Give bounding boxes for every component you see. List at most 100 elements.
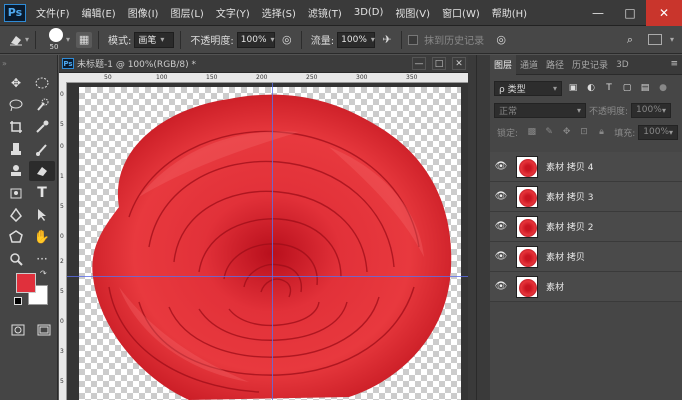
quick-mask-icon[interactable]	[10, 323, 26, 337]
mode-select[interactable]: 画笔	[134, 31, 175, 48]
vertical-guide[interactable]	[272, 83, 273, 400]
airbrush-icon[interactable]: ✈	[379, 32, 395, 48]
menu-file[interactable]: 文件(F)	[36, 5, 70, 20]
menu-image[interactable]: 图像(I)	[128, 5, 159, 20]
menu-layer[interactable]: 图层(L)	[170, 5, 203, 20]
pressure-size-icon[interactable]: ◎	[493, 32, 509, 48]
layer-row[interactable]: 👁︎ 素材	[490, 272, 682, 302]
more-tools-icon[interactable]: ···	[29, 249, 55, 269]
lock-row: 锁定: ▩ ✎ ✥ ⊡ 🔒︎ 填充: 100%	[490, 121, 682, 143]
pressure-opacity-icon[interactable]: ◎	[279, 32, 295, 48]
menu-window[interactable]: 窗口(W)	[442, 5, 480, 20]
workspace-icon[interactable]	[648, 34, 662, 45]
transparent-canvas[interactable]	[79, 87, 461, 400]
panel-menu-icon[interactable]: ≡	[670, 59, 678, 69]
collapsed-panel-strip[interactable]	[476, 55, 490, 400]
doc-minimize-button[interactable]: —	[412, 57, 426, 70]
opacity-input[interactable]: 100%	[236, 31, 275, 48]
minimize-button[interactable]: —	[582, 0, 614, 26]
filter-pixel-icon[interactable]: ▣	[566, 81, 580, 95]
tab-paths[interactable]: 路径	[542, 55, 568, 75]
tab-channels[interactable]: 通道	[516, 55, 542, 75]
move-tool-icon[interactable]: ✥	[3, 73, 29, 93]
tab-layers[interactable]: 图层	[490, 54, 517, 75]
zoom-tool-icon[interactable]	[3, 249, 29, 269]
dropdown-arrow-icon[interactable]: ▾	[66, 35, 70, 44]
lock-artboard-icon[interactable]: ⊡	[577, 125, 590, 139]
filter-adjustment-icon[interactable]: ◐	[584, 81, 598, 95]
pen-tool-icon[interactable]	[3, 205, 29, 225]
vertical-scrollbar[interactable]	[468, 55, 476, 400]
eyedropper-tool-icon[interactable]	[29, 117, 55, 137]
layer-list: 👁︎ 素材 拷贝 4 👁︎ 素材 拷贝 3 👁︎ 素材 拷贝 2 👁︎ 素材 拷贝 👁︎ 素材	[490, 152, 682, 302]
doc-close-button[interactable]: ✕	[452, 57, 466, 70]
collapse-arrows-icon[interactable]: »	[2, 59, 7, 68]
dropdown-arrow-icon[interactable]: ▾	[670, 35, 674, 44]
fill-input[interactable]: 100%	[638, 124, 679, 140]
menu-help[interactable]: 帮助(H)	[492, 5, 527, 20]
ruler-tick-label: 50	[104, 74, 112, 81]
filter-shape-icon[interactable]: ▢	[620, 81, 634, 95]
maximize-button[interactable]: □	[614, 0, 646, 26]
close-button[interactable]: ✕	[646, 0, 682, 26]
lock-image-icon[interactable]: ✎	[542, 125, 555, 139]
document-canvas-area[interactable]	[67, 83, 468, 400]
lasso-tool-icon[interactable]	[3, 95, 29, 115]
shape-tool-icon[interactable]	[3, 227, 29, 247]
marquee-tool-icon[interactable]	[29, 73, 55, 93]
visibility-eye-icon[interactable]: 👁︎	[490, 281, 512, 292]
document-tab[interactable]: Ps 未标题-1 @ 100%(RGB/8) * — □ ✕	[59, 55, 468, 73]
foreground-color-swatch[interactable]	[16, 273, 36, 293]
brush-tool-icon[interactable]	[29, 139, 55, 159]
visibility-eye-icon[interactable]: 👁︎	[490, 191, 512, 202]
doc-maximize-button[interactable]: □	[432, 57, 446, 70]
vertical-ruler[interactable]: 0 5 0 1 5 0 2 5 0 3 5	[59, 83, 67, 400]
flow-input[interactable]: 100%	[337, 31, 376, 48]
search-icon[interactable]: ⌕	[622, 32, 638, 48]
visibility-eye-icon[interactable]: 👁︎	[490, 251, 512, 262]
path-selection-tool-icon[interactable]	[29, 205, 55, 225]
menu-3d[interactable]: 3D(D)	[354, 7, 384, 18]
healing-brush-tool-icon[interactable]	[3, 139, 29, 159]
blend-mode-select[interactable]: 正常	[494, 102, 586, 118]
layer-row[interactable]: 👁︎ 素材 拷贝 2	[490, 212, 682, 242]
clone-stamp-tool-icon[interactable]	[3, 161, 29, 181]
layer-kind-filter[interactable]: ρ 类型	[494, 80, 562, 96]
eraser-tool-icon[interactable]	[29, 161, 55, 181]
menu-filter[interactable]: 滤镜(T)	[308, 5, 342, 20]
brush-panel-icon[interactable]: ▦	[76, 31, 93, 48]
history-brush-tool-icon[interactable]	[3, 183, 29, 203]
eraser-tool-preset-icon[interactable]	[8, 32, 24, 48]
default-colors-icon[interactable]	[14, 297, 22, 305]
horizontal-ruler[interactable]: 50 100 150 200 250 300 350	[66, 73, 468, 83]
type-tool-icon[interactable]: T	[29, 183, 55, 203]
menu-select[interactable]: 选择(S)	[262, 5, 296, 20]
filter-smart-object-icon[interactable]: ▤	[638, 81, 652, 95]
hand-tool-icon[interactable]: ✋	[29, 227, 55, 247]
horizontal-guide[interactable]	[67, 276, 468, 277]
layer-row[interactable]: 👁︎ 素材 拷贝 3	[490, 182, 682, 212]
visibility-eye-icon[interactable]: 👁︎	[490, 161, 512, 172]
dropdown-arrow-icon[interactable]: ▾	[25, 35, 29, 44]
tab-3d[interactable]: 3D	[612, 55, 633, 75]
layer-row[interactable]: 👁︎ 素材 拷贝 4	[490, 152, 682, 182]
screen-mode-icon[interactable]	[36, 323, 52, 337]
layer-opacity-input[interactable]: 100%	[631, 102, 672, 118]
menu-edit[interactable]: 编辑(E)	[82, 5, 116, 20]
brush-picker[interactable]: 50	[42, 27, 66, 52]
filter-type-icon[interactable]: T	[602, 81, 616, 95]
menu-type[interactable]: 文字(Y)	[216, 5, 250, 20]
lock-position-icon[interactable]: ✥	[560, 125, 573, 139]
lock-transparent-icon[interactable]: ▩	[525, 125, 538, 139]
filter-toggle-icon[interactable]: ●	[656, 81, 670, 95]
lock-all-icon[interactable]: 🔒︎	[595, 125, 608, 139]
layer-row[interactable]: 👁︎ 素材 拷贝	[490, 242, 682, 272]
crop-tool-icon[interactable]	[3, 117, 29, 137]
menu-view[interactable]: 视图(V)	[395, 5, 430, 20]
menu-bar: Ps 文件(F) 编辑(E) 图像(I) 图层(L) 文字(Y) 选择(S) 滤…	[0, 0, 682, 26]
visibility-eye-icon[interactable]: 👁︎	[490, 221, 512, 232]
quick-selection-tool-icon[interactable]	[29, 95, 55, 115]
swap-colors-icon[interactable]: ↷	[40, 269, 47, 278]
tab-history[interactable]: 历史记录	[568, 55, 612, 75]
erase-to-history-checkbox[interactable]	[408, 34, 419, 45]
